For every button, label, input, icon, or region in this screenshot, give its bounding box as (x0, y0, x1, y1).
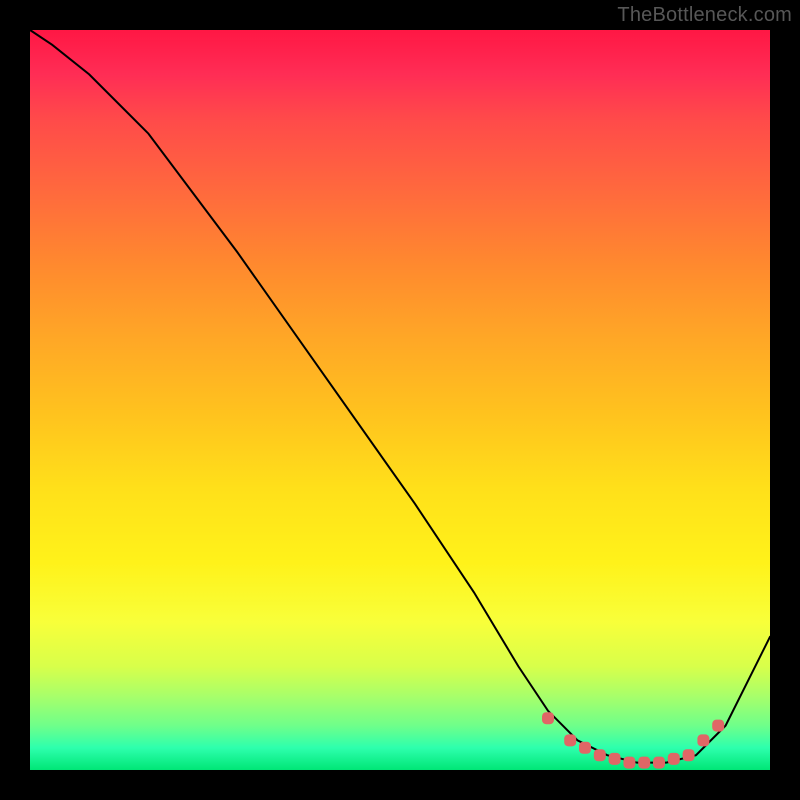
highlight-dot (542, 712, 554, 724)
highlight-dot (653, 757, 665, 769)
highlight-dot (609, 753, 621, 765)
highlight-dot (594, 749, 606, 761)
curve-line (30, 30, 770, 763)
highlight-dot (683, 749, 695, 761)
highlight-dot (564, 734, 576, 746)
highlight-dot (638, 757, 650, 769)
highlight-dot (579, 742, 591, 754)
plot-area (30, 30, 770, 770)
highlight-dot (697, 734, 709, 746)
highlight-dots (542, 712, 724, 768)
highlight-dot (668, 753, 680, 765)
chart-frame: TheBottleneck.com (0, 0, 800, 800)
highlight-dot (712, 720, 724, 732)
curve-svg (30, 30, 770, 770)
watermark-text: TheBottleneck.com (617, 4, 792, 27)
bottleneck-curve (30, 30, 770, 763)
highlight-dot (623, 757, 635, 769)
